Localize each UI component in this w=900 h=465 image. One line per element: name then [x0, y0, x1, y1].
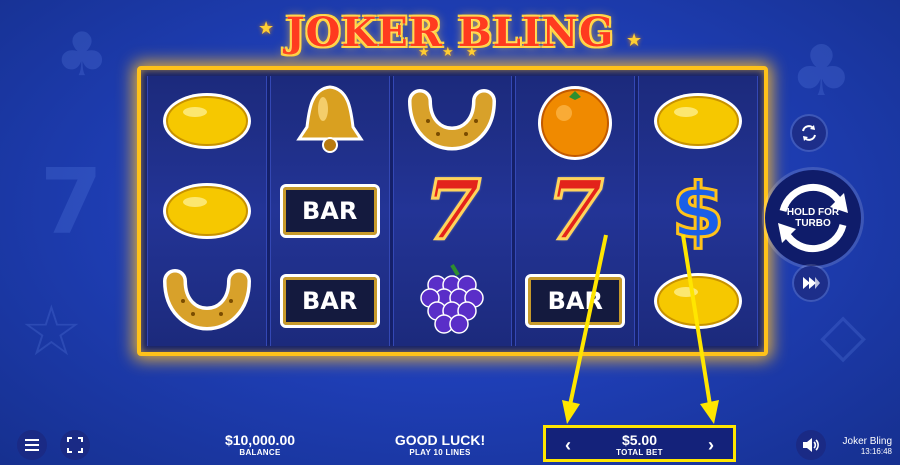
menu-button[interactable] [17, 430, 47, 460]
spin-label-line2: TURBO [795, 218, 831, 229]
background-star-decoration: ☆ [20, 290, 83, 372]
bar-text: BAR [547, 287, 603, 315]
sound-button[interactable] [796, 430, 826, 460]
total-bet-label: TOTAL BET [616, 448, 663, 457]
background-clover-decoration: ♣ [55, 20, 109, 90]
lemon-symbol [157, 170, 257, 252]
spin-label-line1: HOLD FOR [786, 207, 840, 218]
dollar-symbol: $ [648, 166, 748, 255]
star-icon: ★ [418, 44, 430, 59]
message-display: GOOD LUCK! PLAY 10 LINES [380, 432, 500, 458]
total-bet-value: $5.00 [621, 432, 658, 448]
fullscreen-icon [67, 437, 83, 453]
horseshoe-symbol [402, 80, 502, 162]
horseshoe-symbol [157, 260, 257, 342]
spin-button[interactable]: HOLD FOR TURBO [765, 170, 861, 266]
balance-label: BALANCE [239, 448, 281, 457]
reel-1 [147, 76, 267, 346]
reel-4: 7 BAR [515, 76, 636, 346]
clock: 13:16:48 [860, 447, 892, 456]
bar-text: BAR [302, 197, 358, 225]
brand-info: Joker Bling 13:16:48 [843, 436, 892, 456]
bar-symbol: BAR [279, 260, 380, 342]
bar-symbol: BAR [525, 260, 626, 342]
fast-forward-icon [803, 277, 820, 289]
bell-symbol [280, 80, 380, 162]
background-seven-decoration-right: ♣ [790, 30, 853, 112]
reel-5: $ [638, 76, 758, 346]
autoplay-icon [802, 125, 816, 141]
lemon-symbol [648, 80, 748, 162]
fullscreen-button[interactable] [60, 430, 90, 460]
star-icon: ★ [258, 18, 275, 38]
total-bet-control: ‹ $5.00 TOTAL BET › [543, 425, 736, 462]
autoplay-button[interactable] [792, 116, 826, 150]
seven-symbol: 7 [525, 163, 625, 259]
star-icon: ★ [442, 44, 454, 59]
seven-text: 7 [422, 163, 482, 259]
lemon-symbol [648, 260, 748, 342]
background-seven-decoration: 7 [40, 150, 103, 255]
turbo-button[interactable] [794, 266, 828, 300]
bar-symbol: BAR [279, 170, 380, 252]
total-bet-display: $5.00 TOTAL BET [586, 432, 693, 458]
seven-symbol: 7 [402, 163, 502, 259]
speaker-icon [803, 438, 819, 452]
star-icon: ★ [626, 30, 643, 50]
brand-name: Joker Bling [842, 436, 892, 447]
increase-bet-button[interactable]: › [701, 436, 721, 454]
message-text: GOOD LUCK! [394, 432, 486, 448]
game-title-logo: ★ ★ JOKER BLING ★ ★ ★ [250, 8, 650, 64]
balance-display: $10,000.00 BALANCE [200, 432, 320, 458]
lines-text: PLAY 10 LINES [409, 448, 471, 457]
spin-label: HOLD FOR TURBO [783, 207, 843, 229]
lemon-symbol [157, 80, 257, 162]
grapes-symbol [402, 260, 502, 342]
reels-grid: BAR BAR 7 7 BAR $ [147, 76, 758, 346]
reel-3: 7 [392, 76, 513, 346]
balance-value: $10,000.00 [224, 432, 296, 448]
reel-frame: BAR BAR 7 7 BAR $ [137, 66, 768, 356]
dollar-text: $ [670, 166, 726, 255]
background-diamond-decoration: ◇ [820, 300, 867, 370]
seven-text: 7 [545, 163, 605, 259]
bar-text: BAR [302, 287, 358, 315]
decrease-bet-button[interactable]: ‹ [558, 436, 578, 454]
menu-icon [25, 439, 39, 451]
orange-symbol [525, 80, 625, 162]
reel-2: BAR BAR [269, 76, 390, 346]
star-icon: ★ [466, 44, 478, 59]
